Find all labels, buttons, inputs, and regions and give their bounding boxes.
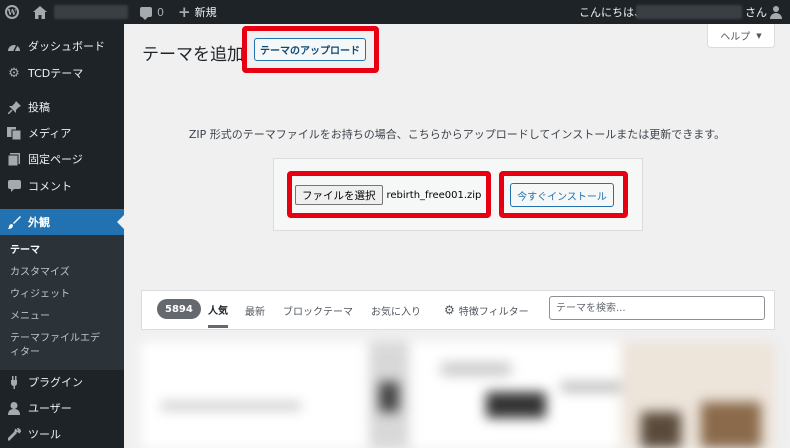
sidebar-item-users[interactable]: ユーザー: [0, 395, 124, 421]
submenu-themes[interactable]: テーマ: [10, 244, 120, 258]
sidebar-item-posts[interactable]: 投稿: [0, 94, 124, 120]
tab-block-themes[interactable]: ブロックテーマ: [283, 291, 353, 329]
dashboard-icon: [7, 39, 21, 53]
sidebar-item-label: 投稿: [28, 101, 50, 114]
media-icon: [7, 126, 21, 140]
user-icon: [7, 401, 21, 415]
plus-icon: +: [178, 3, 191, 21]
feature-filter-button[interactable]: ⚙ 特徴フィルター: [444, 291, 529, 329]
theme-count-badge: 5894: [157, 299, 201, 319]
comments-link[interactable]: 0: [140, 0, 164, 24]
comment-icon: [7, 179, 21, 193]
main-content: テーマを追加 テーマのアップロード ヘルプ ▼ ZIP 形式のテーマファイルをお…: [124, 24, 790, 448]
sidebar-item-label: ツール: [28, 428, 61, 441]
feature-filter-label: 特徴フィルター: [458, 306, 529, 318]
page-icon: [7, 152, 21, 166]
submenu-customize[interactable]: カスタマイズ: [10, 266, 120, 280]
new-content-menu[interactable]: + 新規: [178, 0, 217, 24]
wrench-icon: [7, 427, 21, 441]
submenu-theme-file-editor[interactable]: テーマファイルエディター: [10, 332, 106, 360]
tab-popular[interactable]: 人気: [208, 291, 228, 328]
username-blurred[interactable]: [636, 5, 742, 19]
sidebar-item-label: 固定ページ: [28, 153, 83, 166]
home-icon[interactable]: [33, 0, 47, 24]
admin-bar: W 0 + 新規 こんにちは、 さん: [0, 0, 790, 24]
theme-grid-blurred: [141, 342, 775, 448]
site-name-blurred[interactable]: [54, 5, 128, 19]
plugin-icon: [7, 375, 21, 389]
choose-file-button[interactable]: ファイルを選択: [295, 185, 383, 205]
admin-sidebar: ダッシュボード ⚙ TCDテーマ 投稿 メディア 固定ページ コメント 外観 テ…: [0, 24, 124, 448]
theme-search-input[interactable]: [549, 296, 765, 320]
sidebar-item-plugins[interactable]: プラグイン: [0, 369, 124, 395]
sidebar-item-label: ダッシュボード: [28, 40, 105, 53]
submenu-widgets[interactable]: ウィジェット: [10, 288, 120, 302]
help-tab[interactable]: ヘルプ ▼: [707, 24, 775, 48]
pin-icon: [7, 100, 21, 114]
sidebar-item-comments[interactable]: コメント: [0, 173, 124, 199]
submenu-menus[interactable]: メニュー: [10, 310, 120, 324]
help-label: ヘルプ: [720, 32, 751, 43]
upload-theme-button[interactable]: テーマのアップロード: [254, 38, 366, 61]
sidebar-item-pages[interactable]: 固定ページ: [0, 146, 124, 172]
sidebar-item-label: TCDテーマ: [28, 67, 84, 80]
install-now-button[interactable]: 今すぐインストール: [510, 183, 614, 207]
selected-file-name: rebirth_free001.zip: [386, 189, 482, 201]
sidebar-item-label: ユーザー: [28, 402, 72, 415]
file-input[interactable]: ファイルを選択 rebirth_free001.zip: [295, 185, 481, 205]
comment-bubble-icon: [140, 7, 152, 20]
tab-latest[interactable]: 最新: [245, 291, 265, 329]
sidebar-item-tools[interactable]: ツール: [0, 421, 124, 447]
sidebar-item-label: プラグイン: [28, 376, 83, 389]
sidebar-item-label: 外観: [28, 216, 50, 229]
theme-filter-bar: 5894 人気 最新 ブロックテーマ お気に入り ⚙ 特徴フィルター: [141, 290, 775, 330]
brush-icon: [7, 215, 21, 229]
gear-icon: ⚙: [444, 303, 455, 317]
sidebar-item-label: メディア: [28, 127, 72, 140]
tab-favorites[interactable]: お気に入り: [371, 291, 421, 329]
gear-icon: ⚙: [8, 65, 20, 81]
greeting-suffix: さん: [745, 6, 767, 19]
sidebar-item-tcd-theme[interactable]: ⚙ TCDテーマ: [0, 60, 124, 86]
upload-instructions: ZIP 形式のテーマファイルをお持ちの場合、こちらからアップロードしてインストー…: [188, 128, 726, 141]
caret-down-icon: ▼: [756, 31, 762, 40]
appearance-submenu: テーマ カスタマイズ ウィジェット メニュー テーマファイルエディター: [0, 235, 124, 370]
sidebar-item-label: コメント: [28, 180, 72, 193]
sidebar-item-dashboard[interactable]: ダッシュボード: [0, 33, 124, 59]
sidebar-item-appearance[interactable]: 外観: [0, 209, 124, 235]
new-label: 新規: [194, 6, 217, 19]
comment-count: 0: [157, 5, 164, 19]
sidebar-item-media[interactable]: メディア: [0, 120, 124, 146]
page-title: テーマを追加: [142, 45, 244, 65]
wordpress-logo-icon[interactable]: W: [5, 0, 21, 24]
avatar-icon[interactable]: [770, 0, 782, 24]
